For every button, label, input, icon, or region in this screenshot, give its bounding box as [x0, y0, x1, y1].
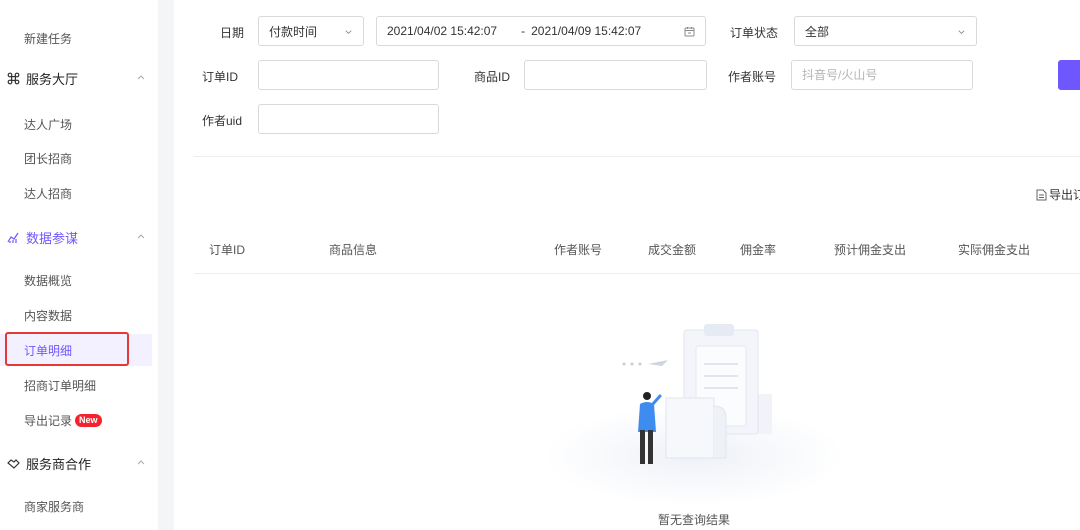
- order-id-label: 订单ID: [202, 70, 239, 84]
- sidebar-group-label: 服务大厅: [26, 71, 79, 87]
- column-header-deal-amount: 成交金额: [648, 243, 697, 257]
- sidebar-item-label: 导出记录: [24, 413, 73, 428]
- author-uid-input[interactable]: [269, 112, 428, 126]
- divider: [194, 156, 1080, 157]
- sidebar: 新建任务 服务大厅 达人广场 团长招商 达人招商 数据参谋 数据概览 内容数据 …: [0, 0, 158, 530]
- chart-icon: [6, 230, 20, 244]
- chevron-down-icon: [958, 30, 965, 35]
- order-id-input[interactable]: [269, 68, 428, 82]
- column-header-actual-commission: 实际佣金支出: [958, 243, 1031, 257]
- column-header-product-info: 商品信息: [329, 243, 378, 257]
- sidebar-group-label: 数据参谋: [26, 230, 79, 246]
- column-header-estimated-commission: 预计佣金支出: [834, 243, 907, 257]
- sidebar-group-label: 服务商合作: [26, 456, 92, 472]
- export-orders-link[interactable]: 导出订: [1036, 186, 1080, 203]
- sidebar-item-label: 订单明细: [24, 343, 73, 358]
- order-id-input-wrap: [258, 60, 439, 90]
- sidebar-item-label: 达人广场: [24, 117, 73, 132]
- product-id-input[interactable]: [535, 68, 696, 82]
- author-account-label: 作者账号: [728, 70, 777, 84]
- sidebar-item-influencer-square[interactable]: 达人广场: [0, 108, 158, 140]
- date-label: 日期: [220, 26, 245, 40]
- author-account-input-wrap: [791, 60, 973, 90]
- sidebar-item-label: 达人招商: [24, 186, 73, 201]
- empty-state-text: 暂无查询结果: [657, 513, 730, 527]
- calendar-icon: [684, 27, 695, 37]
- date-type-select[interactable]: 付款时间: [258, 16, 364, 46]
- sidebar-item-recruit-order-details[interactable]: 招商订单明细: [0, 369, 158, 401]
- sidebar-item-order-details[interactable]: 订单明细: [0, 334, 152, 366]
- chevron-up-icon: [137, 234, 145, 239]
- sidebar-group-data-advisor[interactable]: 数据参谋: [0, 221, 158, 253]
- sidebar-item-data-overview[interactable]: 数据概览: [0, 264, 158, 296]
- new-badge: New: [75, 413, 102, 427]
- table-header-divider: [194, 273, 1080, 274]
- author-account-input[interactable]: [802, 68, 962, 82]
- chevron-up-icon: [137, 460, 145, 465]
- query-button[interactable]: [1058, 60, 1080, 90]
- order-status-select[interactable]: 全部: [794, 16, 977, 46]
- order-status-label: 订单状态: [730, 26, 779, 40]
- chevron-up-icon: [137, 75, 145, 80]
- chevron-down-icon: [345, 30, 352, 35]
- handshake-icon: [6, 456, 20, 470]
- product-id-input-wrap: [524, 60, 707, 90]
- export-label: 导出订: [1049, 188, 1080, 202]
- sidebar-item-label: 招商订单明细: [24, 378, 97, 393]
- column-header-order-id: 订单ID: [209, 243, 246, 257]
- date-range-picker[interactable]: 2021/04/02 15:42:07 - 2021/04/09 15:42:0…: [376, 16, 706, 46]
- author-uid-input-wrap: [258, 104, 439, 134]
- sidebar-group-service-hall[interactable]: 服务大厅: [0, 62, 158, 94]
- sidebar-item-new-task[interactable]: 新建任务: [0, 22, 158, 54]
- order-status-value: 全部: [805, 24, 830, 39]
- sidebar-item-label: 数据概览: [24, 273, 73, 288]
- empty-state-illustration: [544, 324, 844, 506]
- sidebar-item-label: 新建任务: [24, 31, 73, 46]
- document-icon: [1036, 189, 1047, 200]
- sidebar-item-label: 团长招商: [24, 151, 73, 166]
- end-time: 2021/04/09 15:42:07: [531, 24, 642, 38]
- sidebar-item-leader-recruit[interactable]: 团长招商: [0, 142, 158, 174]
- start-time: 2021/04/02 15:42:07: [387, 24, 498, 38]
- author-uid-label: 作者uid: [202, 114, 243, 128]
- command-icon: [6, 71, 20, 85]
- sidebar-item-label: 内容数据: [24, 308, 73, 323]
- sidebar-group-service-partner[interactable]: 服务商合作: [0, 447, 158, 479]
- sidebar-item-content-data[interactable]: 内容数据: [0, 299, 158, 331]
- sidebar-item-export-records[interactable]: 导出记录 New: [0, 404, 158, 436]
- sidebar-item-merchant-service[interactable]: 商家服务商: [0, 490, 158, 522]
- column-header-commission-rate: 佣金率: [740, 243, 777, 257]
- sidebar-item-label: 商家服务商: [24, 499, 85, 514]
- range-separator: -: [521, 24, 526, 38]
- column-header-author-account: 作者账号: [554, 243, 603, 257]
- main-panel: 日期 付款时间 2021/04/02 15:42:07 - 2021/04/09…: [174, 0, 1080, 530]
- date-type-value: 付款时间: [269, 24, 318, 39]
- sidebar-item-influencer-recruit[interactable]: 达人招商: [0, 177, 158, 209]
- product-id-label: 商品ID: [474, 70, 511, 84]
